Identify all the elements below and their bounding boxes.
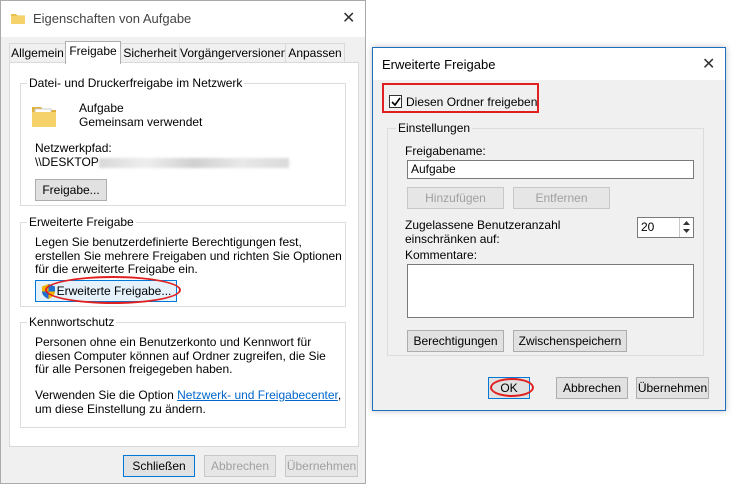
folder-status: Gemeinsam verwendet	[79, 115, 203, 129]
network-sharing-label: Datei- und Druckerfreigabe im Netzwerk	[27, 76, 245, 90]
user-limit-value: 20	[641, 220, 655, 234]
settings-group: Einstellungen Freigabename: Aufgabe Hinz…	[387, 121, 704, 356]
folder-icon	[32, 107, 56, 127]
comments-textarea[interactable]	[407, 264, 694, 318]
comments-label: Kommentare:	[405, 248, 478, 262]
tab-anpassen[interactable]: Anpassen	[285, 43, 345, 62]
chevron-up-icon[interactable]	[683, 221, 690, 226]
tab-sicherheit[interactable]: Sicherheit	[120, 43, 180, 62]
advanced-sharing-group: Erweiterte Freigabe Legen Sie benutzerde…	[20, 215, 346, 307]
properties-dialog: Eigenschaften von Aufgabe ✕ Allgemein Fr…	[0, 0, 366, 484]
password-protection-description: Personen ohne ein Benutzerkonto und Kenn…	[35, 335, 326, 376]
chevron-down-icon[interactable]	[683, 229, 690, 234]
remove-button[interactable]: Entfernen	[513, 187, 610, 209]
tab-freigabe[interactable]: Freigabe	[65, 41, 121, 64]
advanced-sharing-description: Legen Sie benutzerdefinierte Berechtigun…	[35, 235, 342, 276]
apply-button[interactable]: Übernehmen	[285, 455, 358, 477]
network-path-label: Netzwerkpfad:	[35, 141, 112, 155]
close-icon[interactable]: ✕	[342, 8, 355, 28]
highlight-rect	[382, 83, 539, 113]
user-limit-spinner[interactable]: 20	[637, 217, 694, 238]
user-limit-label: Zugelassene Benutzeranzahl einschränken …	[405, 218, 561, 246]
advanced-sharing-dialog: Erweiterte Freigabe ✕ Diesen Ordner frei…	[372, 47, 726, 411]
tab-panel: Datei- und Druckerfreigabe im Netzwerk A…	[9, 62, 359, 447]
highlight-ring	[45, 276, 181, 304]
advanced-title: Erweiterte Freigabe	[382, 57, 496, 72]
add-button[interactable]: Hinzufügen	[407, 187, 504, 209]
share-name-label: Freigabename:	[405, 144, 486, 158]
network-sharing-center-link[interactable]: Netzwerk- und Freigabecenter	[177, 388, 338, 402]
cancel-button[interactable]: Abbrechen	[204, 455, 276, 477]
close-icon[interactable]: ✕	[702, 54, 715, 74]
tab-allgemein[interactable]: Allgemein	[9, 43, 66, 62]
advanced-titlebar: Erweiterte Freigabe ✕	[373, 48, 725, 80]
properties-title: Eigenschaften von Aufgabe	[33, 11, 192, 26]
spinner-buttons[interactable]	[679, 218, 693, 237]
caching-button[interactable]: Zwischenspeichern	[513, 330, 627, 352]
network-sharing-group: Datei- und Druckerfreigabe im Netzwerk A…	[20, 76, 346, 206]
permissions-button[interactable]: Berechtigungen	[407, 330, 504, 352]
apply-button[interactable]: Übernehmen	[636, 377, 709, 399]
password-protection-group: Kennwortschutz Personen ohne ein Benutze…	[20, 315, 346, 428]
cancel-button[interactable]: Abbrechen	[556, 377, 628, 399]
tab-vorgaengerversionen[interactable]: Vorgängerversionen	[179, 43, 287, 62]
folder-name: Aufgabe	[79, 101, 124, 115]
share-name-input[interactable]: Aufgabe	[407, 160, 694, 179]
close-button[interactable]: Schließen	[123, 455, 195, 477]
password-protection-hint: Verwenden Sie die Option Netzwerk- und F…	[35, 388, 342, 416]
advanced-sharing-label: Erweiterte Freigabe	[27, 215, 136, 229]
password-protection-label: Kennwortschutz	[27, 315, 117, 329]
share-button[interactable]: Freigabe...	[35, 179, 107, 201]
network-path-value: \\DESKTOP	[35, 155, 289, 169]
redacted-path	[98, 157, 289, 168]
properties-titlebar: Eigenschaften von Aufgabe ✕	[1, 1, 365, 37]
highlight-ring	[490, 378, 534, 397]
settings-label: Einstellungen	[396, 121, 473, 135]
folder-icon	[11, 14, 25, 24]
